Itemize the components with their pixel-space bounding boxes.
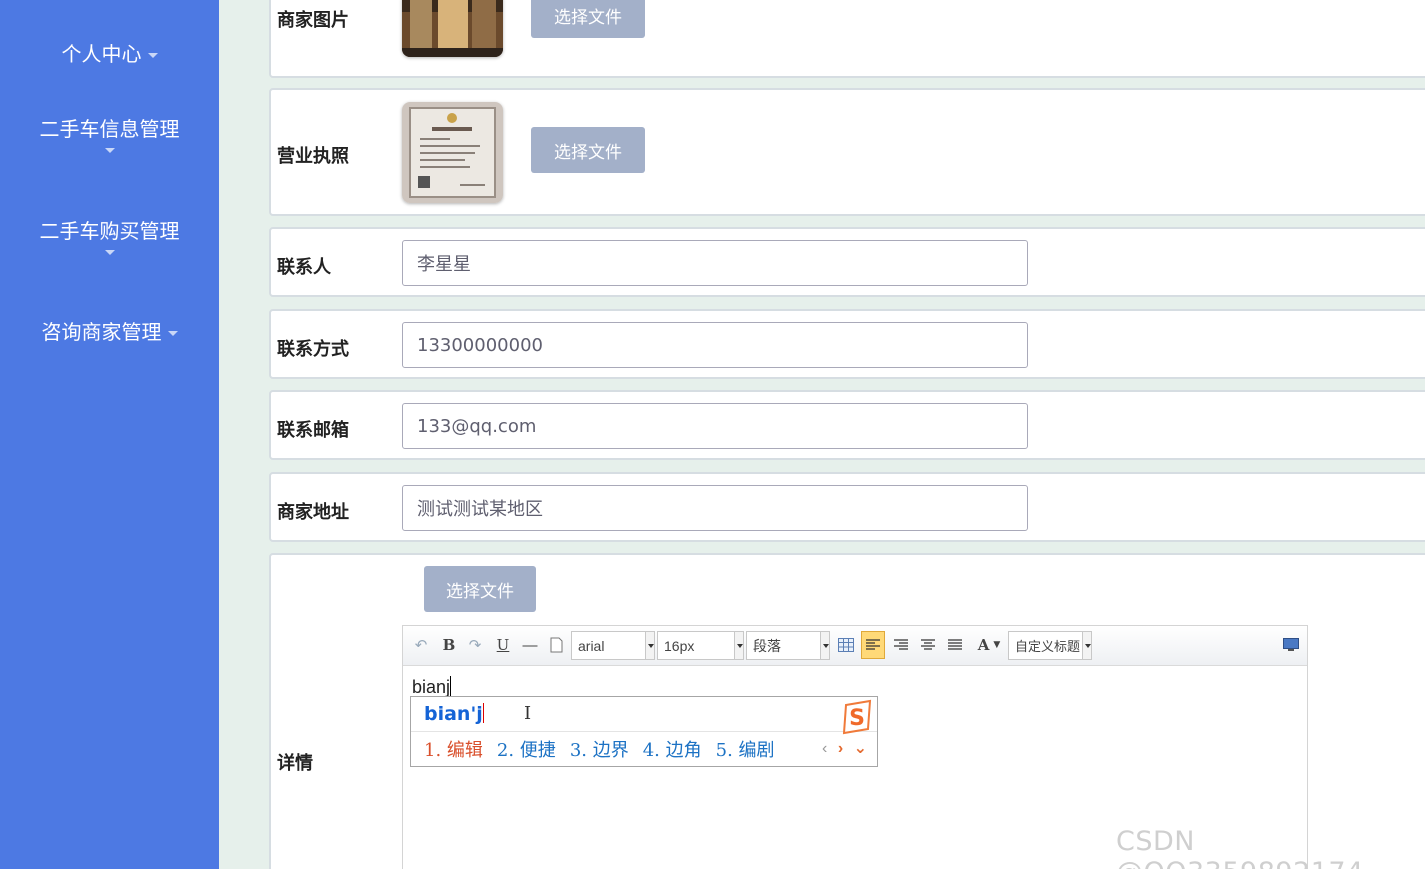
- ime-pinyin-text: bian'j: [424, 703, 483, 725]
- align-justify-icon[interactable]: [945, 634, 965, 656]
- ime-pinyin: bian'j: [424, 703, 484, 725]
- sogou-logo-icon: S: [838, 699, 876, 735]
- redo-icon[interactable]: ↷: [465, 634, 485, 656]
- field-label: 商家图片: [277, 10, 349, 31]
- field-label: 联系邮箱: [277, 420, 349, 441]
- field-label: 联系方式: [277, 339, 349, 360]
- next-page-icon[interactable]: ›: [838, 740, 843, 757]
- paragraph-value: 段落: [753, 637, 781, 654]
- row-contact-phone: 联系方式 13300000000: [269, 309, 1425, 379]
- blank-page-icon[interactable]: [547, 634, 565, 656]
- field-label: 联系人: [277, 257, 331, 278]
- ime-navigation: ‹ › ⌄: [822, 738, 867, 758]
- field-label: 营业执照: [277, 146, 349, 167]
- watermark: CSDN @QQ3359892174: [1116, 826, 1363, 869]
- row-contact-person: 联系人 李星星: [269, 227, 1425, 297]
- custom-title-value: 自定义标题: [1015, 639, 1081, 654]
- dropdown-arrow-icon: [645, 632, 654, 659]
- svg-text:S: S: [849, 706, 865, 731]
- merchant-image-thumbnail: [402, 0, 503, 57]
- paragraph-select[interactable]: 段落: [746, 631, 830, 660]
- choose-file-button[interactable]: 选择文件: [424, 566, 536, 612]
- ime-cursor: [482, 703, 484, 723]
- field-label: 商家地址: [277, 502, 349, 523]
- choose-file-button[interactable]: 选择文件: [531, 127, 645, 173]
- ime-candidate[interactable]: 2. 便捷: [497, 740, 556, 761]
- merchant-address-input[interactable]: 测试测试某地区: [402, 485, 1028, 531]
- sidebar: 个人中心 二手车信息管理 二手车购买管理 咨询商家管理: [0, 0, 219, 869]
- editor-toolbar: ↶ B ↷ U — arial 16px 段落 A ▼ 自定义标题: [403, 626, 1307, 666]
- contact-phone-input[interactable]: 13300000000: [402, 322, 1028, 368]
- editor-content[interactable]: bianj: [412, 676, 452, 698]
- caret-down-icon: [167, 331, 178, 336]
- menu-used-car-info[interactable]: 二手车信息管理: [0, 113, 219, 153]
- expand-icon[interactable]: ⌄: [854, 740, 867, 757]
- undo-icon[interactable]: ↶: [411, 634, 431, 656]
- dropdown-arrow-icon: [1082, 632, 1091, 659]
- contact-person-input[interactable]: 李星星: [402, 240, 1028, 286]
- row-contact-email: 联系邮箱 133@qq.com: [269, 390, 1425, 460]
- dropdown-arrow-icon: [734, 632, 743, 659]
- contact-email-input[interactable]: 133@qq.com: [402, 403, 1028, 449]
- table-icon[interactable]: [837, 634, 855, 656]
- ime-candidate[interactable]: 4. 边角: [643, 740, 702, 761]
- caret-down-icon: [104, 148, 115, 153]
- ime-candidate-popup: bian'j I S 1. 编辑 2. 便捷 3. 边界 4. 边角 5. 编剧 ‹ ›…: [410, 696, 878, 767]
- text-cursor: [450, 676, 452, 696]
- font-size-select[interactable]: 16px: [657, 631, 744, 660]
- menu-label: 咨询商家管理: [41, 320, 162, 344]
- business-license-thumbnail: [402, 102, 503, 203]
- editor-text: bianj: [412, 677, 451, 697]
- field-label: 详情: [277, 753, 313, 774]
- prev-page-icon[interactable]: ‹: [822, 740, 827, 757]
- menu-personal-center[interactable]: 个人中心: [0, 38, 219, 67]
- dropdown-arrow-icon: [820, 632, 829, 659]
- ime-candidate[interactable]: 1. 编辑: [424, 740, 483, 761]
- font-size-value: 16px: [664, 637, 695, 654]
- dropdown-arrow-icon: ▼: [993, 640, 1001, 650]
- bold-button[interactable]: B: [439, 634, 459, 656]
- align-left-icon[interactable]: [861, 631, 885, 659]
- align-center-icon[interactable]: [918, 634, 938, 656]
- caret-down-icon: [147, 53, 158, 58]
- ime-candidate[interactable]: 5. 编剧: [716, 740, 775, 761]
- font-family-select[interactable]: arial: [571, 631, 655, 660]
- menu-label: 二手车购买管理: [39, 219, 180, 243]
- row-merchant-address: 商家地址 测试测试某地区: [269, 472, 1425, 542]
- menu-label: 二手车信息管理: [39, 117, 180, 141]
- menu-label: 个人中心: [61, 42, 142, 66]
- choose-file-button[interactable]: 选择文件: [531, 0, 645, 38]
- ime-candidate[interactable]: 3. 边界: [570, 740, 629, 761]
- custom-title-select[interactable]: 自定义标题: [1008, 631, 1092, 660]
- underline-button[interactable]: U: [493, 634, 513, 656]
- font-color-button[interactable]: A ▼: [973, 634, 1005, 656]
- font-family-value: arial: [578, 637, 605, 654]
- preview-icon[interactable]: [1281, 634, 1301, 656]
- align-right-icon[interactable]: [891, 634, 911, 656]
- font-color-label: A: [977, 636, 990, 654]
- ime-composition-bar: bian'j I S: [411, 697, 877, 735]
- caret-down-icon: [104, 250, 115, 255]
- row-business-license: 营业执照 选择文件: [269, 88, 1425, 216]
- menu-used-car-purchase[interactable]: 二手车购买管理: [0, 215, 219, 255]
- row-merchant-image: 商家图片 选择文件: [269, 0, 1425, 78]
- menu-consult-merchant[interactable]: 咨询商家管理: [0, 316, 219, 345]
- text-cursor-ibeam-icon: I: [524, 703, 532, 724]
- ime-candidates: 1. 编辑 2. 便捷 3. 边界 4. 边角 5. 编剧: [424, 736, 789, 762]
- horizontal-rule-icon[interactable]: —: [519, 634, 541, 656]
